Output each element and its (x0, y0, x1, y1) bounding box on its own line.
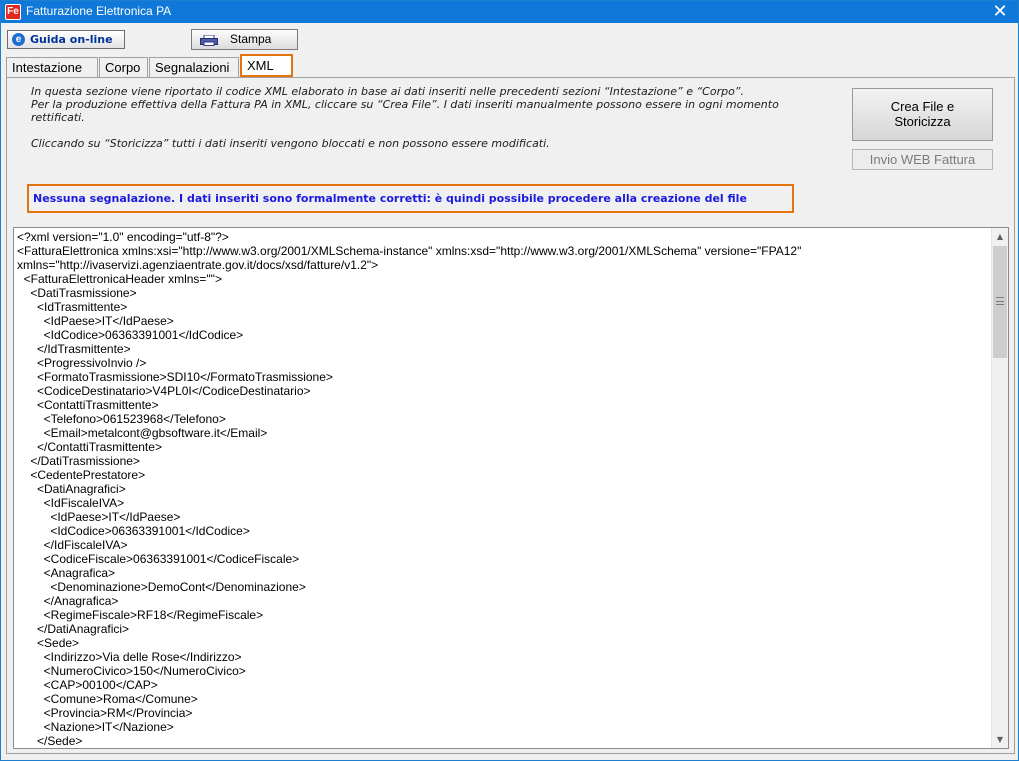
xml-content[interactable]: <?xml version="1.0" encoding="utf-8"?> <F… (17, 230, 989, 748)
stampa-label: Stampa (230, 32, 272, 46)
xml-line: <IdCodice>06363391001</IdCodice> (17, 524, 250, 538)
xml-line: <Sede> (17, 636, 80, 650)
xml-line: <DatiAnagrafici> (17, 482, 126, 496)
info-line: rettificati. (31, 111, 85, 124)
storicizza-label: Storicizza (894, 114, 951, 129)
title-bar[interactable]: Fe Fatturazione Elettronica PA ✕ (1, 1, 1018, 23)
tab-segnalazioni[interactable]: Segnalazioni (149, 57, 239, 77)
guida-online-button[interactable]: e Guida on-line (7, 30, 125, 49)
xml-line: <IdPaese>IT</IdPaese> (17, 314, 174, 328)
xml-line: <Indirizzo>Via delle Rose</Indirizzo> (17, 650, 242, 664)
xml-line: <FatturaElettronica xmlns:xsi="http://ww… (17, 244, 802, 258)
xml-line: <Comune>Roma</Comune> (17, 692, 198, 706)
status-message: Nessuna segnalazione. I dati inseriti so… (27, 184, 794, 213)
xml-line: <CAP>00100</CAP> (17, 678, 158, 692)
xml-line: <Nazione>IT</Nazione> (17, 720, 174, 734)
info-line: Per la produzione effettiva della Fattur… (31, 98, 779, 111)
tab-intestazione[interactable]: Intestazione (6, 57, 98, 77)
xml-textarea[interactable]: <?xml version="1.0" encoding="utf-8"?> <F… (13, 227, 1009, 749)
xml-line: </ContattiTrasmittente> (17, 440, 162, 454)
main-window: Fe Fatturazione Elettronica PA ✕ e Guida… (0, 0, 1019, 761)
xml-line: <NumeroCivico>150</NumeroCivico> (17, 664, 246, 678)
crea-file-label: Crea File e (890, 99, 955, 114)
xml-line: <IdPaese>IT</IdPaese> (17, 510, 181, 524)
xml-line: <IdFiscaleIVA> (17, 496, 125, 510)
xml-line: xmlns="http://ivaservizi.agenziaentrate.… (17, 258, 379, 272)
app-logo-icon: Fe (5, 4, 21, 20)
vertical-scrollbar[interactable]: ▲ ▼ (991, 228, 1008, 748)
tab-corpo[interactable]: Corpo (99, 57, 148, 77)
xml-line: <CedentePrestatore> (17, 468, 146, 482)
xml-line: <Anagrafica> (17, 566, 116, 580)
xml-line: <CodiceDestinatario>V4PL0I</CodiceDestin… (17, 384, 311, 398)
printer-icon (200, 35, 218, 46)
info-line: In questa sezione viene riportato il cod… (31, 85, 745, 98)
xml-line: <RegimeFiscale>RF18</RegimeFiscale> (17, 608, 264, 622)
guida-online-label: Guida on-line (30, 33, 113, 46)
xml-line: </DatiTrasmissione> (17, 454, 140, 468)
xml-line: </Sede> (17, 734, 83, 748)
browser-icon: e (12, 33, 25, 46)
xml-line: <Email>metalcont@gbsoftware.it</Email> (17, 426, 268, 440)
stampa-button[interactable]: Stampa (191, 29, 298, 50)
crea-file-storicizza-button[interactable]: Crea File e Storicizza (852, 88, 993, 141)
xml-line: <CodiceFiscale>06363391001</CodiceFiscal… (17, 552, 300, 566)
xml-line: <IdCodice>06363391001</IdCodice> (17, 328, 244, 342)
xml-line: <IdTrasmittente> (17, 300, 128, 314)
xml-line: <DatiTrasmissione> (17, 286, 137, 300)
xml-line: </IdFiscaleIVA> (17, 538, 128, 552)
window-title: Fatturazione Elettronica PA (26, 4, 172, 18)
grip-icon (996, 297, 1004, 305)
info-line: Cliccando su “Storicizza” tutti i dati i… (31, 137, 550, 150)
xml-line: </DatiAnagrafici> (17, 622, 130, 636)
xml-line: <ProgressivoInvio /> (17, 356, 147, 370)
scroll-up-icon[interactable]: ▲ (992, 228, 1008, 245)
xml-line: <Provincia>RM</Provincia> (17, 706, 193, 720)
xml-line: <Telefono>061523968</Telefono> (17, 412, 226, 426)
invio-web-fattura-button[interactable]: Invio WEB Fattura (852, 149, 993, 170)
xml-line: </IdTrasmittente> (17, 342, 131, 356)
xml-line: </Anagrafica> (17, 594, 119, 608)
xml-tab-panel: In questa sezione viene riportato il cod… (6, 77, 1015, 754)
xml-line: <?xml version="1.0" encoding="utf-8"?> (17, 230, 229, 244)
scroll-thumb[interactable] (993, 246, 1007, 358)
xml-line: <FormatoTrasmissione>SDI10</FormatoTrasm… (17, 370, 333, 384)
app-logo-text: Fe (6, 5, 20, 19)
xml-line: <FatturaElettronicaHeader xmlns=""> (17, 272, 222, 286)
xml-line: <Denominazione>DemoCont</Denominazione> (17, 580, 306, 594)
scroll-down-icon[interactable]: ▼ (992, 731, 1008, 748)
tab-xml[interactable]: XML (240, 54, 293, 77)
close-icon[interactable]: ✕ (982, 1, 1018, 23)
info-text: In questa sezione viene riportato il cod… (31, 85, 821, 150)
xml-line: <ContattiTrasmittente> (17, 398, 159, 412)
